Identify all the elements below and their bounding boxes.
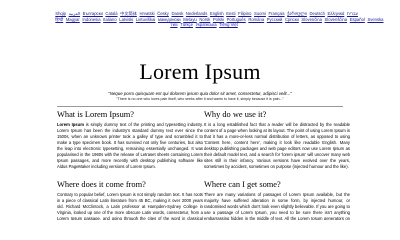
language-link[interactable]: Suomi <box>254 11 266 16</box>
language-link[interactable]: Türkçe <box>180 22 193 27</box>
language-link[interactable]: Ελληνικά <box>328 11 345 16</box>
language-link[interactable]: ქართული <box>287 11 307 16</box>
language-link[interactable]: Svenska <box>367 17 383 22</box>
language-link[interactable]: Српски <box>285 17 299 22</box>
language-link[interactable]: Melayu <box>183 17 197 22</box>
language-link[interactable]: македонски <box>158 17 181 22</box>
language-link[interactable]: Lietuviškai <box>136 17 156 22</box>
language-link[interactable]: Česky <box>157 11 169 16</box>
language-link[interactable]: Italiano <box>103 17 117 22</box>
section-body: Contrary to popular belief, Lorem Ipsum … <box>57 192 203 220</box>
language-link[interactable]: Slovenčina <box>301 17 322 22</box>
language-link[interactable]: Hrvatski <box>139 11 154 16</box>
language-link[interactable]: Dansk <box>171 11 183 16</box>
language-link[interactable]: Català <box>105 11 117 16</box>
language-link[interactable]: Norsk <box>199 17 210 22</box>
language-link[interactable]: Eesti <box>226 11 235 16</box>
language-link[interactable]: Español <box>350 17 365 22</box>
language-link[interactable]: עברית <box>347 11 358 16</box>
language-link[interactable]: Português <box>227 17 246 22</box>
language-link[interactable]: Nederlands <box>186 11 207 16</box>
language-link[interactable]: English <box>210 11 224 16</box>
language-bar: Shqip العربية Български Català 中文简体 Hrvatski Č… <box>54 11 383 28</box>
section-heading: What is Lorem Ipsum? <box>57 110 134 119</box>
section-where-from: Where does it come from? Contrary to pop… <box>57 180 203 220</box>
language-row: ไทย Türkçe Українська Tiếng Việt <box>54 22 354 28</box>
page-title: Lorem Ipsum <box>139 59 261 84</box>
language-link[interactable]: Polski <box>213 17 224 22</box>
language-link[interactable]: Magyar <box>66 17 80 22</box>
language-link[interactable]: Shqip <box>55 11 66 16</box>
lead-term: Lorem Ipsum <box>57 122 84 127</box>
section-why-use: Why do we use it? It is a long establish… <box>204 110 350 170</box>
language-link[interactable]: Български <box>83 11 103 16</box>
language-link[interactable]: العربية <box>69 11 80 16</box>
section-body: Lorem Ipsum is simply dummy text of the … <box>57 122 203 170</box>
section-body: It is a long established fact that a rea… <box>204 122 350 169</box>
section-body-text: is simply dummy text of the printing and… <box>57 122 203 169</box>
section-heading: Why do we use it? <box>204 110 267 119</box>
divider <box>57 106 343 107</box>
latin-quote: "Neque porro quisquam est qui dolorem ip… <box>108 91 292 96</box>
section-where-get: Where can I get some? There are many var… <box>204 180 350 220</box>
language-link[interactable]: Latviski <box>119 17 133 22</box>
language-link[interactable]: Pyccкий <box>267 17 283 22</box>
language-link[interactable]: Indonesia <box>82 17 100 22</box>
language-row: Shqip العربية Български Català 中文简体 Hrvatski Č… <box>54 11 358 17</box>
section-body: There are many variations of passages of… <box>204 192 350 220</box>
language-link[interactable]: Français <box>269 11 285 16</box>
language-link[interactable]: 中文简体 <box>120 11 137 16</box>
language-link[interactable]: Slovenščina <box>325 17 348 22</box>
section-heading: Where does it come from? <box>57 180 146 189</box>
section-what-is: What is Lorem Ipsum? Lorem Ipsum is simp… <box>57 110 203 170</box>
language-link[interactable]: Filipino <box>238 11 251 16</box>
language-link[interactable]: Tiếng Việt <box>219 22 238 27</box>
language-link[interactable]: ไทย <box>170 22 177 27</box>
language-link[interactable]: Deutsch <box>310 11 325 16</box>
language-link[interactable]: हिन्दी <box>55 17 63 22</box>
language-link[interactable]: Українська <box>196 22 217 27</box>
section-heading: Where can I get some? <box>204 180 281 189</box>
language-link[interactable]: Româna <box>248 17 264 22</box>
quote-translation: "There is no one who loves pain itself, … <box>116 97 284 101</box>
